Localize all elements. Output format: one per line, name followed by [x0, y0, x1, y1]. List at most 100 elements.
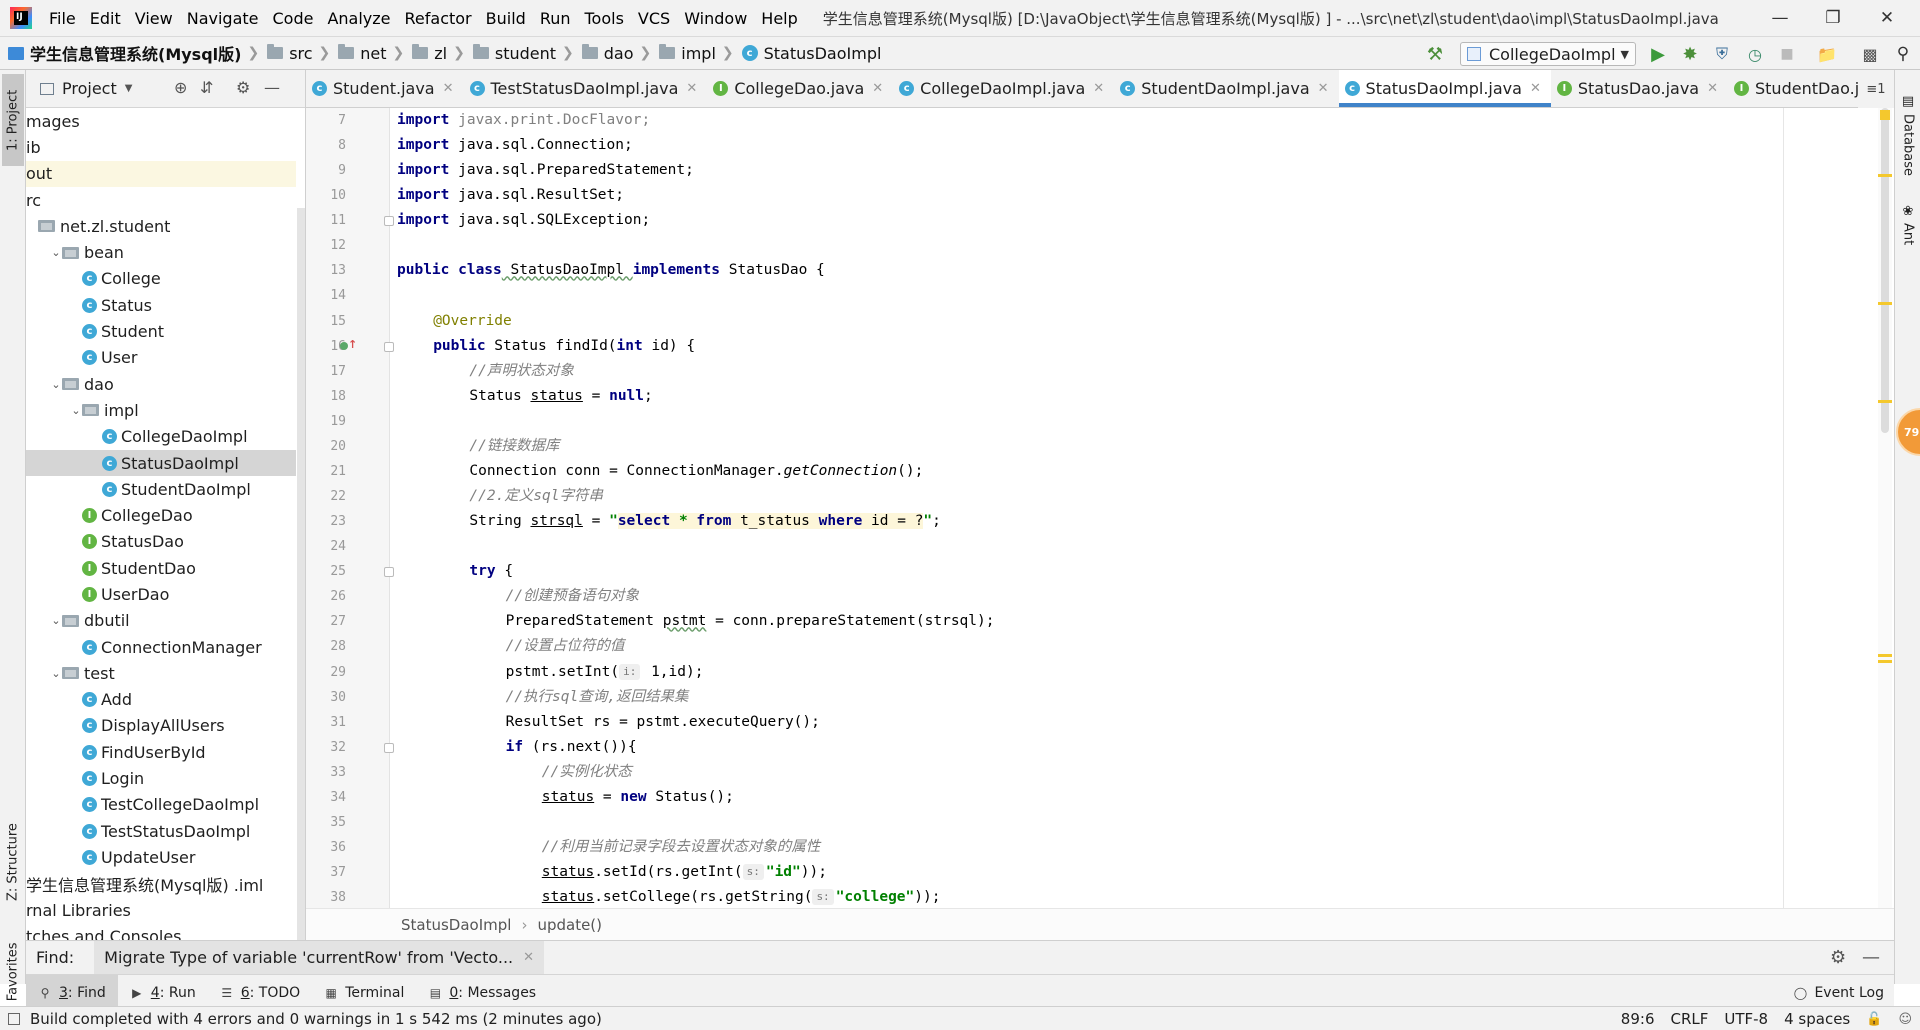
build-hammer-icon[interactable]: ⚒ [1420, 37, 1450, 71]
minimize-icon[interactable]: — [1755, 0, 1805, 36]
search-everywhere-icon[interactable]: ⚲ [1888, 37, 1918, 71]
tree-item[interactable]: ⌄ test [26, 660, 296, 686]
tree-item[interactable]: c College [26, 266, 296, 292]
tree-item[interactable]: c User [26, 345, 296, 371]
expand-arrow-icon[interactable]: ⌄ [50, 378, 62, 391]
inspector-icon[interactable]: ☺ [1898, 1012, 1912, 1027]
editor-tab[interactable]: c TestStatusDaoImpl.java ✕ [464, 70, 708, 107]
close-icon[interactable]: ✕ [1530, 81, 1541, 96]
tree-item[interactable]: I CollegeDao [26, 502, 296, 528]
editor-tab[interactable]: I StatusDao.java ✕ [1551, 70, 1728, 107]
menu-help[interactable]: Help [754, 9, 804, 28]
tree-item[interactable]: c StatusDaoImpl [26, 449, 296, 477]
menu-run[interactable]: Run [533, 9, 578, 28]
tree-item[interactable]: c TestCollegeDaoImpl [26, 792, 296, 818]
close-window-icon[interactable]: ✕ [1862, 0, 1912, 36]
tree-item[interactable]: mages [26, 108, 296, 134]
menu-navigate[interactable]: Navigate [180, 9, 266, 28]
crumb-statusdaoimpl[interactable]: c StatusDaoImpl [741, 44, 881, 63]
project-view-select[interactable]: Project [62, 79, 117, 98]
locate-target-icon[interactable]: ⊕ [174, 78, 187, 97]
close-icon[interactable]: ✕ [523, 950, 534, 965]
tree-item[interactable]: c UpdateUser [26, 844, 296, 870]
tree-item[interactable]: I StatusDao [26, 529, 296, 555]
lock-icon[interactable]: 🔓 [1866, 1012, 1882, 1027]
crumb-net[interactable]: net ❯ [338, 44, 404, 63]
warning-stripe[interactable] [1878, 302, 1892, 305]
fold-marker-icon[interactable] [384, 341, 394, 352]
expand-arrow-icon[interactable]: ⌄ [70, 404, 82, 417]
menu-file[interactable]: File [42, 9, 83, 28]
tabs-overflow-menu[interactable]: ≡1 [1858, 70, 1894, 108]
tree-item[interactable]: out [26, 160, 296, 187]
collapse-all-icon[interactable]: ⇵ [200, 78, 213, 97]
tree-item[interactable]: ⌄ dao [26, 371, 296, 397]
tree-item[interactable]: c TestStatusDaoImpl [26, 818, 296, 844]
editor-tab[interactable]: c StatusDaoImpl.java ✕ [1338, 70, 1552, 107]
menu-tools[interactable]: Tools [578, 9, 631, 28]
menu-refactor[interactable]: Refactor [398, 9, 479, 28]
tool-tab-project[interactable]: 1: Project [2, 74, 24, 166]
tree-item[interactable]: c FindUserById [26, 739, 296, 765]
gear-icon[interactable]: ⚙ [236, 78, 250, 97]
close-icon[interactable]: ✕ [872, 81, 883, 96]
crumb-src[interactable]: src ❯ [267, 44, 330, 63]
menu-vcs[interactable]: VCS [631, 9, 677, 28]
status-message[interactable]: Build completed with 4 errors and 0 warn… [8, 1010, 602, 1028]
tree-item[interactable]: c CollegeDaoImpl [26, 424, 296, 450]
crumb-student[interactable]: student ❯ [472, 44, 574, 63]
tree-item[interactable]: c Student [26, 318, 296, 344]
stop-icon[interactable]: ■ [1772, 37, 1802, 71]
editor-scrollbar[interactable] [1878, 108, 1892, 908]
presentation-icon[interactable]: ▩ [1855, 37, 1885, 71]
scrollbar-thumb[interactable] [1881, 108, 1889, 433]
tree-item[interactable]: rnal Libraries [26, 897, 296, 923]
menu-analyze[interactable]: Analyze [320, 9, 397, 28]
warning-stripe[interactable] [1878, 174, 1892, 177]
indent-setting[interactable]: 4 spaces [1784, 1010, 1850, 1028]
run-coverage-icon[interactable]: ⛨ [1707, 37, 1737, 71]
fold-marker-icon[interactable] [384, 742, 394, 753]
menu-build[interactable]: Build [479, 9, 533, 28]
close-icon[interactable]: ✕ [1093, 81, 1104, 96]
crumb-project[interactable]: 学生信息管理系统(Mysql版) ❯ [8, 41, 259, 65]
tree-item[interactable]: c DisplayAllUsers [26, 713, 296, 739]
tree-item[interactable]: 学生信息管理系统(Mysql版) .iml [26, 871, 296, 897]
crumb-zl[interactable]: zl ❯ [412, 44, 465, 63]
gear-icon[interactable]: ⚙ [1830, 947, 1846, 968]
file-encoding[interactable]: UTF-8 [1724, 1010, 1768, 1028]
hide-panel-icon[interactable]: — [1862, 947, 1880, 968]
menu-edit[interactable]: Edit [83, 9, 128, 28]
menu-window[interactable]: Window [677, 9, 754, 28]
editor-tab[interactable]: I CollegeDao.java ✕ [707, 70, 893, 107]
tree-item[interactable]: ib [26, 134, 296, 160]
line-separator[interactable]: CRLF [1670, 1010, 1708, 1028]
menu-view[interactable]: View [128, 9, 180, 28]
warning-stripe[interactable] [1878, 660, 1892, 663]
close-icon[interactable]: ✕ [686, 81, 697, 96]
menu-code[interactable]: Code [266, 9, 321, 28]
chevron-down-icon[interactable]: ▼ [125, 83, 133, 94]
debug-bug-icon[interactable]: ✸ [1675, 37, 1705, 71]
tree-item[interactable]: rc [26, 187, 296, 213]
find-result-tab[interactable]: Migrate Type of variable 'currentRow' fr… [94, 940, 545, 975]
hide-panel-icon[interactable]: — [264, 78, 280, 97]
close-icon[interactable]: ✕ [443, 81, 454, 96]
project-structure-icon[interactable]: 📁 [1812, 37, 1842, 71]
tree-item[interactable]: c Add [26, 687, 296, 713]
warning-stripe[interactable] [1878, 400, 1892, 403]
crumb-method[interactable]: update() [537, 916, 602, 934]
tree-item[interactable]: ⌄ impl [26, 397, 296, 423]
tool-tab-ant[interactable]: ❀ Ant [1897, 190, 1919, 260]
tool-tab-structure[interactable]: Z: Structure [2, 810, 24, 914]
crumb-dao[interactable]: dao ❯ [581, 44, 651, 63]
crumb-class[interactable]: StatusDaoImpl [401, 916, 511, 934]
tree-item[interactable]: tches and Consoles [26, 923, 296, 940]
restore-icon[interactable]: ❐ [1808, 0, 1858, 36]
code-editor[interactable]: 7 8 9 10 11 12 13 14 15 16 17 18 19 20 21 22 23 24 25 26 27 2… [306, 108, 1894, 908]
fold-marker-icon[interactable] [384, 216, 394, 227]
warning-stripe[interactable] [1878, 654, 1892, 657]
editor-tab[interactable]: c StudentDaoImpl.java ✕ [1114, 70, 1338, 107]
caret-position[interactable]: 89:6 [1621, 1010, 1655, 1028]
editor-tab[interactable]: c CollegeDaoImpl.java ✕ [893, 70, 1114, 107]
